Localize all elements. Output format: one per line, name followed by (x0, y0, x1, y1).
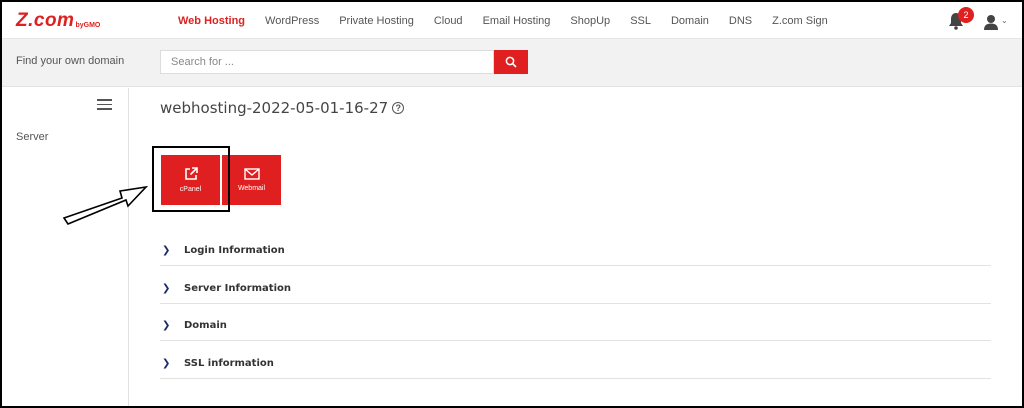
brand-sub: byGMO (75, 22, 101, 29)
user-icon[interactable] (984, 14, 998, 30)
nav-item-shopup[interactable]: ShopUp (570, 15, 610, 27)
help-icon[interactable]: ? (392, 102, 405, 114)
nav-item-wordpress[interactable]: WordPress (265, 15, 319, 27)
find-domain-label: Find your own domain (16, 55, 125, 67)
brand-logo[interactable]: Z.com byGMO (16, 11, 100, 31)
main-nav: Web Hosting WordPress Private Hosting Cl… (178, 2, 848, 39)
sidebar: Server (2, 88, 129, 406)
webmail-button[interactable]: Webmail (222, 155, 281, 205)
annotation-arrow-icon (62, 185, 149, 225)
chevron-down-icon[interactable]: ⌄ (1001, 16, 1008, 25)
webmail-label: Webmail (237, 185, 266, 192)
notification-badge: 2 (958, 7, 974, 23)
chevron-right-icon: ❯ (162, 245, 171, 256)
menu-icon[interactable] (97, 99, 112, 110)
section-label: Login Information (184, 245, 285, 256)
nav-item-cloud[interactable]: Cloud (434, 15, 463, 27)
section-login-information[interactable]: ❯ Login Information (160, 236, 991, 266)
nav-item-ssl[interactable]: SSL (630, 15, 651, 27)
section-label: Domain (184, 320, 227, 331)
chevron-right-icon: ❯ (162, 283, 171, 294)
search-icon (505, 56, 517, 68)
cpanel-highlight-box (152, 146, 230, 212)
chevron-right-icon: ❯ (162, 358, 171, 369)
section-label: Server Information (184, 283, 291, 294)
section-server-information[interactable]: ❯ Server Information (160, 274, 991, 304)
domain-search-input[interactable] (160, 50, 494, 74)
page-title-text: webhosting-2022-05-01-16-27 (160, 99, 389, 117)
domain-search-bar: Find your own domain (2, 39, 1022, 87)
chevron-right-icon: ❯ (162, 320, 171, 331)
nav-item-dns[interactable]: DNS (729, 15, 752, 27)
nav-item-zcom-sign[interactable]: Z.com Sign (772, 15, 828, 27)
section-ssl-information[interactable]: ❯ SSL information (160, 349, 991, 379)
search-button[interactable] (494, 50, 528, 74)
section-domain[interactable]: ❯ Domain (160, 311, 991, 341)
sidebar-item-server[interactable]: Server (16, 131, 48, 143)
nav-item-private-hosting[interactable]: Private Hosting (339, 15, 414, 27)
envelope-icon (243, 168, 260, 180)
brand-name: Z.com (16, 10, 75, 31)
nav-item-domain[interactable]: Domain (671, 15, 709, 27)
nav-item-web-hosting[interactable]: Web Hosting (178, 15, 245, 27)
section-label: SSL information (184, 358, 274, 369)
top-header: Z.com byGMO Web Hosting WordPress Privat… (2, 2, 1022, 39)
page-title: webhosting-2022-05-01-16-27 ? (160, 99, 405, 117)
nav-item-email-hosting[interactable]: Email Hosting (483, 15, 551, 27)
